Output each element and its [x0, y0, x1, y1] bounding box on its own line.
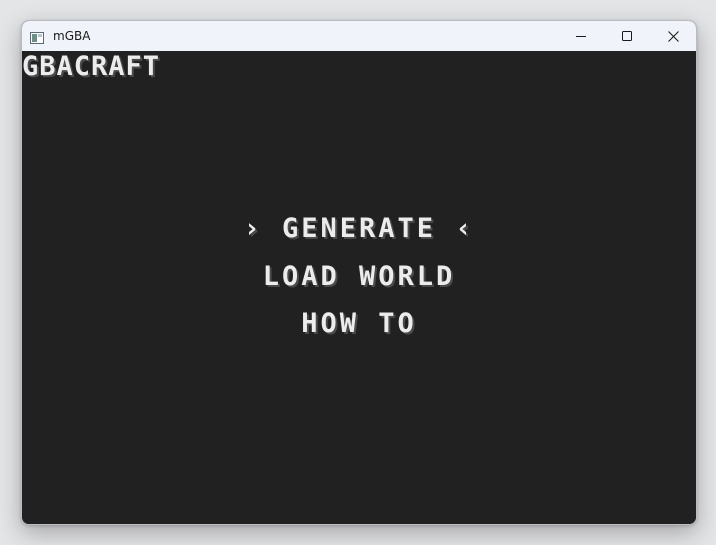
minimize-icon — [576, 31, 586, 41]
menu-item-generate[interactable]: › GENERATE ‹ — [22, 213, 696, 245]
mgba-app-icon — [30, 29, 44, 44]
menu-item-label: GENERATE — [281, 213, 437, 244]
menu-item-how-to[interactable]: HOW TO — [22, 308, 696, 340]
mgba-window: mGBA GBACRAFT › GENERATE ‹ LOAD WORLD HO… — [21, 20, 697, 525]
window-title: mGBA — [53, 29, 91, 43]
menu-item-label: LOAD WORLD — [262, 261, 456, 292]
minimize-button[interactable] — [558, 21, 604, 51]
maximize-button[interactable] — [604, 21, 650, 51]
close-button[interactable] — [650, 21, 696, 51]
game-title: GBACRAFT — [22, 51, 161, 82]
menu-item-label: HOW TO — [301, 308, 417, 339]
close-icon — [667, 30, 679, 42]
selection-arrow-left-icon: ‹ — [455, 213, 475, 244]
menu-item-load-world[interactable]: LOAD WORLD — [22, 261, 696, 293]
maximize-icon — [622, 31, 632, 41]
title-bar[interactable]: mGBA — [22, 21, 696, 51]
game-screen[interactable]: GBACRAFT › GENERATE ‹ LOAD WORLD HOW TO — [22, 51, 696, 524]
selection-arrow-right-icon: › — [243, 213, 263, 244]
